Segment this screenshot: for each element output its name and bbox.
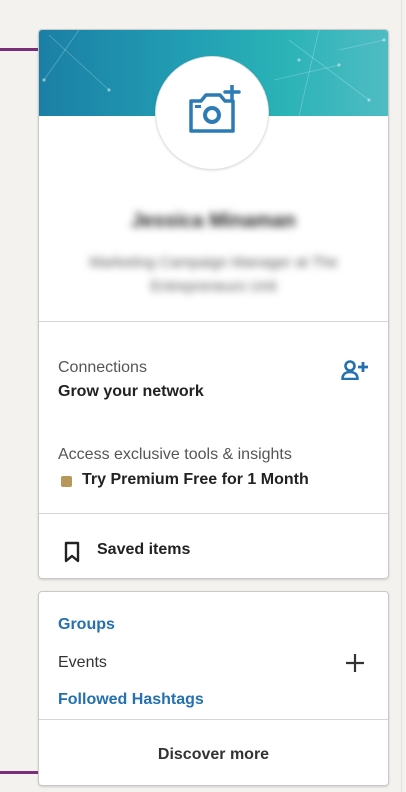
plus-icon[interactable] [344, 652, 366, 674]
grow-network-link[interactable]: Grow your network [58, 383, 204, 401]
discover-more-label: Discover more [157, 746, 270, 763]
profile-headline: Marketing Campaign Manager at The Entrep… [89, 254, 338, 295]
purple-marker-top [0, 48, 40, 51]
groups-link[interactable]: Groups [58, 616, 115, 634]
divider [39, 321, 388, 322]
purple-marker-bottom [0, 771, 40, 774]
bookmark-icon [64, 541, 80, 563]
discover-more-button[interactable]: Discover more [39, 719, 388, 785]
camera-add-icon [189, 85, 241, 133]
page-right-border [401, 0, 402, 792]
divider [39, 513, 388, 514]
saved-items-label: Saved items [97, 541, 191, 558]
try-premium-text: Try Premium Free for 1 Month [82, 471, 309, 488]
add-connection-icon[interactable] [341, 360, 369, 380]
premium-gold-icon [61, 476, 72, 487]
premium-promo-label: Access exclusive tools & insights [58, 446, 292, 463]
profile-photo-placeholder[interactable] [156, 57, 268, 169]
saved-items-link[interactable]: Saved items [58, 539, 378, 563]
events-link[interactable]: Events [58, 654, 107, 672]
followed-hashtags-link[interactable]: Followed Hashtags [58, 691, 204, 709]
community-card: Groups Events Followed Hashtags Discover… [38, 591, 389, 786]
connections-label[interactable]: Connections [58, 359, 147, 377]
profile-name[interactable]: Jessica Minaman [39, 210, 388, 233]
profile-card: Jessica Minaman Marketing Campaign Manag… [38, 29, 389, 579]
